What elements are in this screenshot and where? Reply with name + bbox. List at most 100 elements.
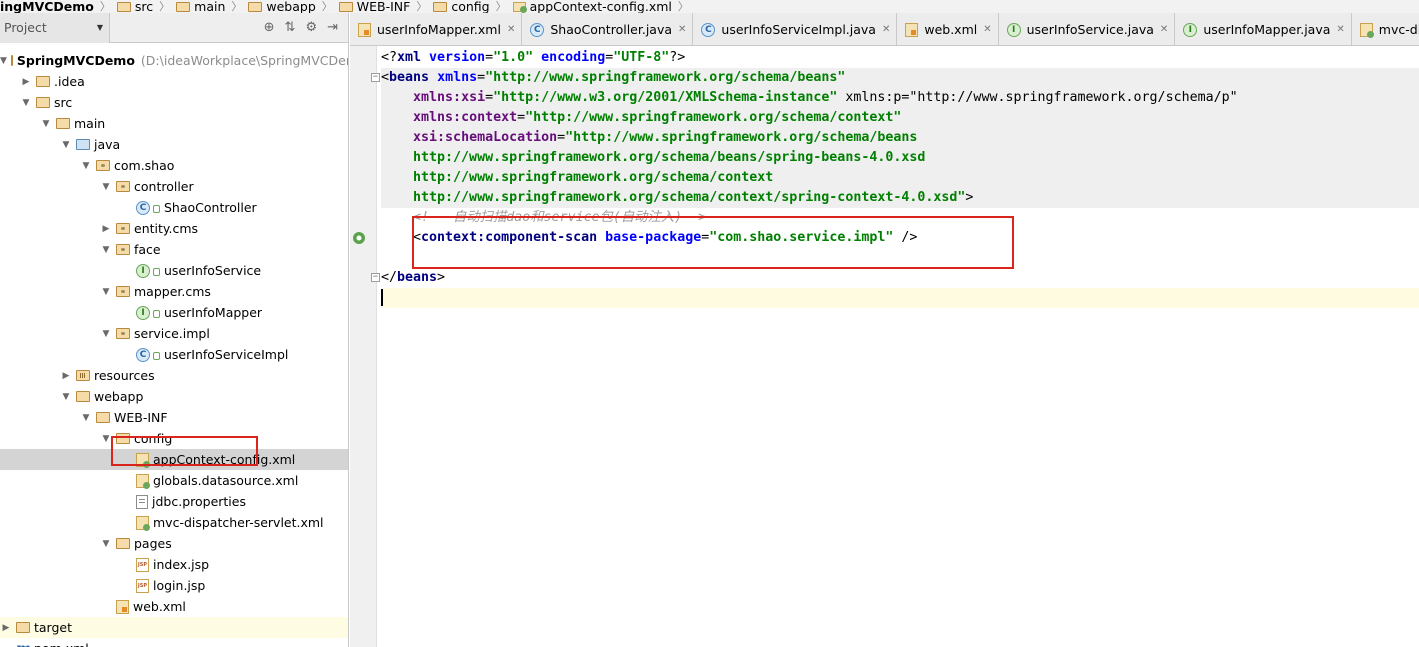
code-token: "http://www.springframework.org/schema/c…: [525, 110, 902, 125]
expand-arrow-down-icon[interactable]: ▼: [100, 182, 112, 192]
tree-item[interactable]: ▶ resources: [0, 365, 348, 386]
spring-bean-gutter-icon[interactable]: [352, 231, 366, 245]
close-tab-icon[interactable]: ✕: [983, 24, 991, 35]
expand-arrow-right-icon[interactable]: ▶: [100, 224, 112, 234]
highlight-box-selected-file: [111, 436, 258, 466]
tree-item-label: src: [54, 95, 73, 110]
close-tab-icon[interactable]: ✕: [882, 24, 890, 35]
project-view-select[interactable]: Project ▼: [0, 13, 110, 43]
close-tab-icon[interactable]: ✕: [1336, 24, 1344, 35]
tree-item[interactable]: ▶ target: [0, 617, 348, 638]
tree-item[interactable]: ▼ WEB-INF: [0, 407, 348, 428]
expand-arrow-down-icon[interactable]: ▼: [100, 329, 112, 339]
folder-icon: [176, 1, 191, 12]
expand-arrow-down-icon[interactable]: ▼: [0, 56, 7, 66]
code-line[interactable]: http://www.springframework.org/schema/be…: [381, 148, 1419, 168]
breadcrumb-label: appContext-config.xml: [529, 0, 672, 13]
tree-item[interactable]: ▼ service.impl: [0, 323, 348, 344]
tree-item[interactable]: ▶ entity.cms: [0, 218, 348, 239]
breadcrumb-label: ingMVCDemo: [0, 0, 94, 13]
tree-item[interactable]: ▶globals.datasource.xml: [0, 470, 348, 491]
expand-arrow-down-icon[interactable]: ▼: [40, 119, 52, 129]
expand-arrow-down-icon[interactable]: ▼: [60, 140, 72, 150]
tree-item[interactable]: ▼ com.shao: [0, 155, 348, 176]
expand-arrow-down-icon[interactable]: ▼: [80, 413, 92, 423]
package-icon: [116, 328, 130, 339]
code-line[interactable]: <?xml version="1.0" encoding="UTF-8"?>: [381, 48, 685, 68]
settings-gear-icon[interactable]: ⚙: [305, 20, 317, 35]
code-line[interactable]: [381, 288, 1419, 308]
expand-arrow-down-icon[interactable]: ▼: [100, 245, 112, 255]
tree-item[interactable]: ▶web.xml: [0, 596, 348, 617]
breadcrumb-item[interactable]: WEB-INF: [338, 0, 410, 13]
tree-item[interactable]: ▼ webapp: [0, 386, 348, 407]
spring-xml-icon: [136, 515, 150, 531]
properties-file-icon: [136, 494, 148, 509]
tree-item[interactable]: ▶mpom.xml: [0, 638, 348, 647]
editor-tab[interactable]: CuserInfoServiceImpl.java ✕: [693, 13, 898, 45]
breadcrumb-item[interactable]: webapp: [248, 0, 316, 13]
expand-arrow-down-icon[interactable]: ▼: [60, 392, 72, 402]
tree-item[interactable]: ▼ controller: [0, 176, 348, 197]
editor-tab[interactable]: web.xml ✕: [897, 13, 999, 45]
tree-item[interactable]: ▶CuserInfoServiceImpl: [0, 344, 348, 365]
tree-item[interactable]: ▶JSPindex.jsp: [0, 554, 348, 575]
tree-item[interactable]: ▶mvc-dispatcher-servlet.xml: [0, 512, 348, 533]
editor-tab[interactable]: IuserInfoMapper.java ✕: [1175, 13, 1352, 45]
scroll-from-source-icon[interactable]: ⊕: [264, 20, 275, 35]
editor-tab[interactable]: IuserInfoService.java ✕: [999, 13, 1176, 45]
breadcrumb-item[interactable]: config: [433, 0, 490, 13]
breadcrumb-item[interactable]: src: [116, 0, 153, 13]
fold-toggle-icon[interactable]: −: [371, 273, 380, 282]
tree-item[interactable]: ▶IuserInfoService: [0, 260, 348, 281]
tree-item[interactable]: ▶ .idea: [0, 71, 348, 92]
code-line[interactable]: http://www.springframework.org/schema/co…: [381, 168, 1419, 188]
code-editor[interactable]: <?xml version="1.0" encoding="UTF-8"?> − <…: [350, 46, 1419, 647]
expand-arrow-down-icon[interactable]: ▼: [100, 539, 112, 549]
code-line[interactable]: http://www.springframework.org/schema/co…: [381, 188, 1419, 208]
close-tab-icon[interactable]: ✕: [1160, 24, 1168, 35]
close-tab-icon[interactable]: ✕: [507, 24, 515, 35]
editor-tab[interactable]: mvc-dispatch: [1352, 13, 1419, 45]
code-line[interactable]: xmlns:xsi="http://www.w3.org/2001/XMLSch…: [381, 88, 1419, 108]
code-line[interactable]: − <beans xmlns="http://www.springframewor…: [371, 68, 1419, 88]
code-line[interactable]: xsi:schemaLocation="http://www.springfra…: [381, 128, 1419, 148]
tree-item[interactable]: ▼ main: [0, 113, 348, 134]
tab-label: mvc-dispatch: [1378, 22, 1419, 37]
expand-arrow-down-icon[interactable]: ▼: [100, 287, 112, 297]
expand-arrow-down-icon[interactable]: ▼: [20, 98, 32, 108]
breadcrumb-item[interactable]: main: [176, 0, 225, 13]
tree-item[interactable]: ▶IuserInfoMapper: [0, 302, 348, 323]
folder-icon: [96, 412, 110, 423]
expand-arrow-right-icon[interactable]: ▶: [60, 371, 72, 381]
code-token: "http://www.springframework.org/schema/b…: [485, 70, 846, 85]
editor-gutter: [350, 46, 377, 647]
editor-tab[interactable]: userInfoMapper.xml ✕: [350, 13, 523, 45]
breadcrumb-item[interactable]: ingMVCDemo: [0, 0, 94, 13]
expand-arrow-right-icon[interactable]: ▶: [0, 623, 12, 633]
collapse-all-icon[interactable]: ⇅: [285, 20, 296, 35]
fold-toggle-icon[interactable]: −: [371, 73, 380, 82]
tree-item[interactable]: ▼ java: [0, 134, 348, 155]
hide-panel-icon[interactable]: ⇥: [327, 20, 338, 35]
tree-item[interactable]: ▶jdbc.properties: [0, 491, 348, 512]
tree-item[interactable]: ▶JSPlogin.jsp: [0, 575, 348, 596]
tree-item[interactable]: ▼ mapper.cms: [0, 281, 348, 302]
expand-arrow-down-icon[interactable]: ▼: [80, 161, 92, 171]
tree-item[interactable]: ▼ face: [0, 239, 348, 260]
expand-arrow-right-icon[interactable]: ▶: [20, 77, 32, 87]
editor-tab[interactable]: C ShaoController.java ✕: [522, 13, 694, 45]
tab-label: userInfoService.java: [1026, 22, 1154, 37]
tree-item[interactable]: ▼ pages: [0, 533, 348, 554]
breadcrumb-separator-icon: 〉: [231, 0, 243, 13]
code-line[interactable]: xmlns:context="http://www.springframewor…: [381, 108, 1419, 128]
code-line[interactable]: − </beans>: [371, 268, 445, 288]
tree-item[interactable]: ▼ SpringMVCDemo (D:\ideaWorkplace\SpringMV…: [0, 50, 348, 71]
tree-item[interactable]: ▶CShaoController: [0, 197, 348, 218]
class-icon: C: [136, 347, 150, 362]
jsp-icon: JSP: [136, 578, 149, 593]
breadcrumb-separator-icon: 〉: [677, 0, 689, 13]
tree-item[interactable]: ▼ src: [0, 92, 348, 113]
close-tab-icon[interactable]: ✕: [678, 24, 686, 35]
breadcrumb-item[interactable]: appContext-config.xml: [512, 0, 672, 13]
